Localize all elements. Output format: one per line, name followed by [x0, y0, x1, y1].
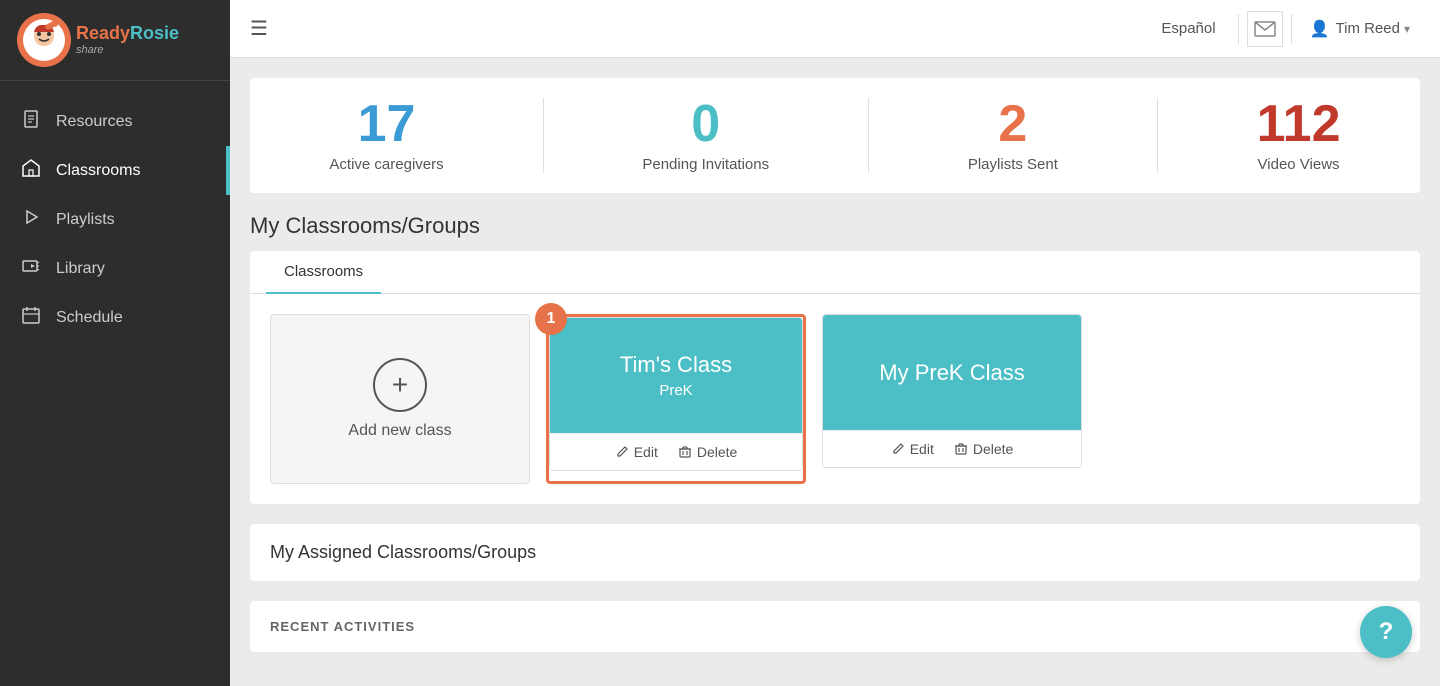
brand-logo: ReadyRosie share — [16, 12, 179, 68]
pending-invitations-number: 0 — [642, 98, 769, 150]
topbar-divider — [1238, 14, 1239, 44]
stat-pending-invitations: 0 Pending Invitations — [642, 98, 769, 173]
user-name: Tim Reed — [1336, 20, 1400, 37]
edit-icon-2 — [891, 442, 905, 456]
topbar-divider-2 — [1291, 14, 1292, 44]
prek-class-edit-button[interactable]: Edit — [891, 441, 934, 457]
classrooms-section: My Classrooms/Groups Classrooms + Add ne… — [250, 213, 1420, 504]
main-area: ☰ Español 👤 Tim Reed ▾ 17 Ac — [230, 0, 1440, 686]
stats-bar: 17 Active caregivers 0 Pending Invitatio… — [250, 78, 1420, 193]
brand-text: ReadyRosie share — [76, 24, 179, 56]
user-menu-button[interactable]: 👤 Tim Reed ▾ — [1300, 13, 1420, 45]
add-new-label: Add new class — [348, 422, 451, 440]
recent-activities-title: RECENT ACTIVITIES — [270, 619, 1400, 634]
schedule-label: Schedule — [56, 309, 123, 327]
tab-classrooms[interactable]: Classrooms — [266, 251, 381, 294]
video-views-number: 112 — [1257, 98, 1341, 150]
tims-class-name: Tim's Class — [620, 352, 732, 378]
resources-label: Resources — [56, 113, 132, 131]
user-chevron: ▾ — [1404, 22, 1410, 36]
classrooms-label: Classrooms — [56, 162, 140, 180]
playlists-icon — [20, 207, 42, 232]
language-button[interactable]: Español — [1147, 14, 1229, 43]
tims-class-actions: Edit — [550, 433, 802, 470]
brand-share: share — [76, 44, 179, 56]
stat-divider-3 — [1157, 98, 1158, 173]
tims-class-grade: PreK — [659, 382, 692, 399]
assigned-title: My Assigned Classrooms/Groups — [270, 542, 1400, 563]
prek-class-delete-button[interactable]: Delete — [954, 441, 1013, 457]
mail-button[interactable] — [1247, 11, 1283, 47]
library-icon — [20, 256, 42, 281]
pending-invitations-label: Pending Invitations — [642, 156, 769, 173]
class-card-prek-wrapper: My PreK Class Edit — [822, 314, 1082, 484]
tims-class-delete-button[interactable]: Delete — [678, 444, 737, 460]
stat-active-caregivers: 17 Active caregivers — [329, 98, 443, 173]
sidebar-nav: Resources Classrooms Playlists — [0, 81, 230, 686]
sidebar-item-resources[interactable]: Resources — [0, 97, 230, 146]
classrooms-icon — [20, 158, 42, 183]
class-card-tims-class[interactable]: Tim's Class PreK Edit — [549, 317, 803, 471]
active-caregivers-label: Active caregivers — [329, 156, 443, 173]
sidebar: ReadyRosie share Resources — [0, 0, 230, 686]
prek-class-name: My PreK Class — [879, 360, 1024, 386]
delete-icon-2 — [954, 442, 968, 456]
sidebar-logo: ReadyRosie share — [0, 0, 230, 81]
schedule-icon — [20, 305, 42, 330]
logo-icon — [16, 12, 72, 68]
class-badge-1: 1 — [535, 303, 567, 335]
add-new-class-card[interactable]: + Add new class — [270, 314, 530, 484]
stat-divider-1 — [543, 98, 544, 173]
delete-icon — [678, 445, 692, 459]
playlists-sent-label: Playlists Sent — [968, 156, 1058, 173]
topbar-right: Español 👤 Tim Reed ▾ — [1147, 11, 1420, 47]
sidebar-item-classrooms[interactable]: Classrooms — [0, 146, 230, 195]
edit-icon — [615, 445, 629, 459]
topbar-left: ☰ — [250, 16, 284, 41]
user-icon: 👤 — [1310, 19, 1330, 39]
hamburger-icon[interactable]: ☰ — [250, 16, 268, 41]
sidebar-item-schedule[interactable]: Schedule — [0, 293, 230, 342]
class-card-tims-class-wrapper: 1 Tim's Class PreK — [546, 314, 806, 484]
stat-video-views: 112 Video Views — [1257, 98, 1341, 173]
stat-playlists-sent: 2 Playlists Sent — [968, 98, 1058, 173]
tab-bar: Classrooms — [250, 251, 1420, 294]
video-views-label: Video Views — [1257, 156, 1341, 173]
tims-class-edit-button[interactable]: Edit — [615, 444, 658, 460]
recent-section: RECENT ACTIVITIES — [250, 601, 1420, 652]
resources-icon — [20, 109, 42, 134]
prek-class-actions: Edit — [823, 430, 1081, 467]
class-card-prek-top: My PreK Class — [823, 315, 1081, 430]
help-button[interactable]: ? — [1360, 606, 1412, 658]
playlists-label: Playlists — [56, 211, 115, 229]
classrooms-grid: + Add new class 1 Tim's Class PreK — [250, 294, 1420, 504]
sidebar-item-library[interactable]: Library — [0, 244, 230, 293]
sidebar-item-playlists[interactable]: Playlists — [0, 195, 230, 244]
content-area: 17 Active caregivers 0 Pending Invitatio… — [230, 58, 1440, 686]
brand-name: ReadyRosie — [76, 24, 179, 44]
library-label: Library — [56, 260, 105, 278]
class-card-tims-top: Tim's Class PreK — [550, 318, 802, 433]
assigned-section: My Assigned Classrooms/Groups — [250, 524, 1420, 581]
classrooms-section-title: My Classrooms/Groups — [250, 213, 1420, 239]
topbar: ☰ Español 👤 Tim Reed ▾ — [230, 0, 1440, 58]
playlists-sent-number: 2 — [968, 98, 1058, 150]
stat-divider-2 — [868, 98, 869, 173]
classrooms-container: Classrooms + Add new class 1 Tim's Class — [250, 251, 1420, 504]
class-card-prek[interactable]: My PreK Class Edit — [822, 314, 1082, 468]
add-circle-icon: + — [373, 358, 427, 412]
active-caregivers-number: 17 — [329, 98, 443, 150]
